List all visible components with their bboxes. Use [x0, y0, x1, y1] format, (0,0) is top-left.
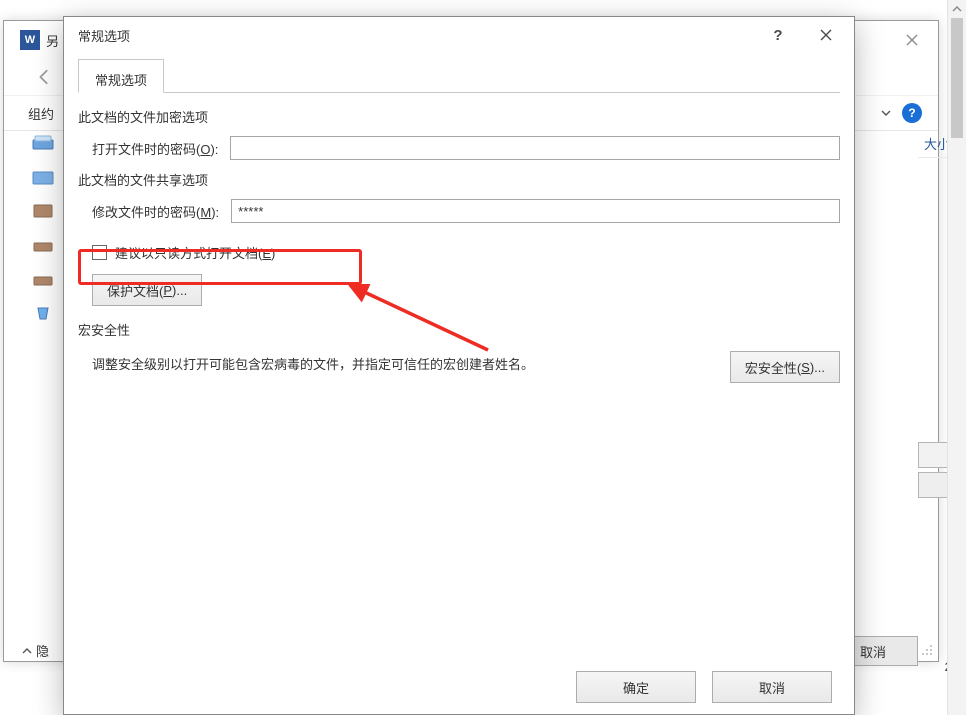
save-as-close-icon[interactable] [892, 26, 932, 54]
folder-icon[interactable] [32, 169, 54, 185]
back-arrow-icon[interactable] [30, 63, 58, 91]
view-dropdown-icon[interactable] [880, 107, 892, 119]
section-macro-title: 宏安全性 [78, 320, 840, 339]
word-app-icon: W [20, 30, 40, 50]
section-share: 此文档的文件共享选项 修改文件时的密码(M): 建议以只读方式打开文档(E) 保… [78, 170, 840, 306]
help-icon[interactable]: ? [902, 103, 922, 123]
general-options-dialog: 常规选项 ? 常规选项 此文档的文件加密选项 打开文件时的密码(O): 此文档的… [63, 16, 855, 715]
drive-icon[interactable] [32, 135, 54, 151]
hide-folders-toggle[interactable]: 隐 [22, 641, 49, 660]
organize-button[interactable]: 组约 [28, 104, 54, 123]
dialog-title: 常规选项 [78, 26, 130, 45]
scroll-up-icon[interactable] [948, 0, 966, 18]
macro-security-button[interactable]: 宏安全性(S)... [730, 351, 840, 383]
dialog-tab-strip: 常规选项 [78, 59, 840, 93]
drive-icon-2[interactable] [32, 237, 54, 253]
save-as-nav-pane [4, 131, 58, 663]
dialog-titlebar: 常规选项 ? [64, 17, 854, 53]
dialog-footer: 确定 取消 [64, 660, 854, 714]
checkbox-icon[interactable] [92, 245, 107, 260]
tab-general-options[interactable]: 常规选项 [78, 59, 164, 93]
page-vertical-scrollbar[interactable] [947, 0, 966, 715]
save-as-title: 另 [46, 31, 59, 50]
dialog-help-button[interactable]: ? [758, 21, 798, 49]
recommend-readonly-checkbox[interactable]: 建议以只读方式打开文档(E) [92, 243, 840, 262]
section-macro: 宏安全性 调整安全级别以打开可能包含宏病毒的文件，并指定可信任的宏创建者姓名。 … [78, 320, 840, 383]
modify-password-label: 修改文件时的密码(M): [92, 202, 219, 221]
scroll-thumb[interactable] [951, 18, 963, 138]
section-share-title: 此文档的文件共享选项 [78, 170, 840, 189]
open-password-input[interactable] [230, 136, 840, 160]
recommend-readonly-label: 建议以只读方式打开文档(E) [115, 243, 275, 262]
protect-document-button[interactable]: 保护文档(P)... [92, 274, 202, 306]
dialog-close-button[interactable] [806, 21, 846, 49]
recycle-icon[interactable] [32, 305, 54, 321]
cancel-button[interactable]: 取消 [712, 671, 832, 703]
open-password-label: 打开文件时的密码(O): [92, 139, 218, 158]
modify-password-input[interactable] [231, 199, 840, 223]
ok-button[interactable]: 确定 [576, 671, 696, 703]
section-encrypt-title: 此文档的文件加密选项 [78, 107, 840, 126]
macro-security-description: 调整安全级别以打开可能包含宏病毒的文件，并指定可信任的宏创建者姓名。 [92, 349, 714, 375]
drive-icon-3[interactable] [32, 271, 54, 287]
section-encrypt: 此文档的文件加密选项 打开文件时的密码(O): [78, 107, 840, 160]
disk-icon[interactable] [32, 203, 54, 219]
hide-folders-label: 隐 [36, 641, 49, 660]
